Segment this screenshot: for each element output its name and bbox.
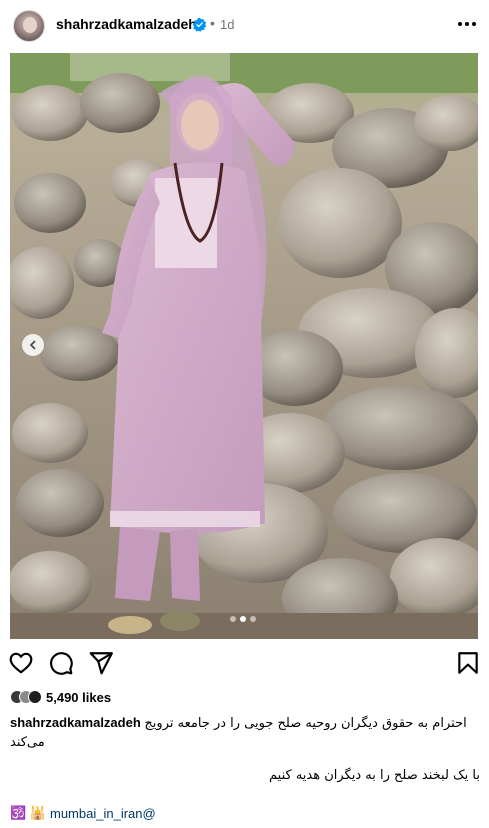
share-icon[interactable] (88, 650, 114, 676)
carousel-dot (250, 616, 256, 622)
carousel-indicator (230, 616, 256, 622)
post-image[interactable] (10, 53, 478, 639)
caption-tag-line: 🕉️ 🕌 mumbai_in_iran@ (10, 805, 156, 821)
bookmark-icon[interactable] (455, 650, 481, 676)
chevron-left-icon (30, 340, 36, 350)
more-options-button[interactable] (455, 12, 479, 36)
avatar[interactable] (13, 10, 45, 42)
carousel-prev-button[interactable] (22, 334, 44, 356)
heart-icon[interactable] (8, 650, 34, 676)
photo-illustration (10, 53, 478, 639)
caption: shahrzadkamalzadeh احترام به حقوق دیگران… (10, 714, 480, 752)
comment-icon[interactable] (48, 650, 74, 676)
post-header: shahrzadkamalzadeh • 1d (0, 0, 489, 52)
mention-link[interactable]: mumbai_in_iran@ (50, 806, 156, 821)
carousel-dot (230, 616, 236, 622)
liker-avatar[interactable] (28, 690, 42, 704)
more-options-icon (458, 22, 476, 26)
post-actions (0, 650, 489, 680)
time-separator: • (210, 15, 215, 31)
caption-text-line2: با یک لبخند صلح را به دیگران هدیه کنیم (269, 768, 480, 783)
caption-tag-prefix: 🕉️ 🕌 (10, 805, 46, 820)
likes-count[interactable]: 5,490 likes (46, 690, 111, 705)
verified-badge-icon (192, 17, 207, 32)
post-time[interactable]: 1d (220, 17, 234, 32)
carousel-dot-active (240, 616, 246, 622)
likes-row: 5,490 likes (10, 689, 111, 705)
post-username[interactable]: shahrzadkamalzadeh (56, 16, 197, 32)
caption-username[interactable]: shahrzadkamalzadeh (10, 715, 141, 730)
